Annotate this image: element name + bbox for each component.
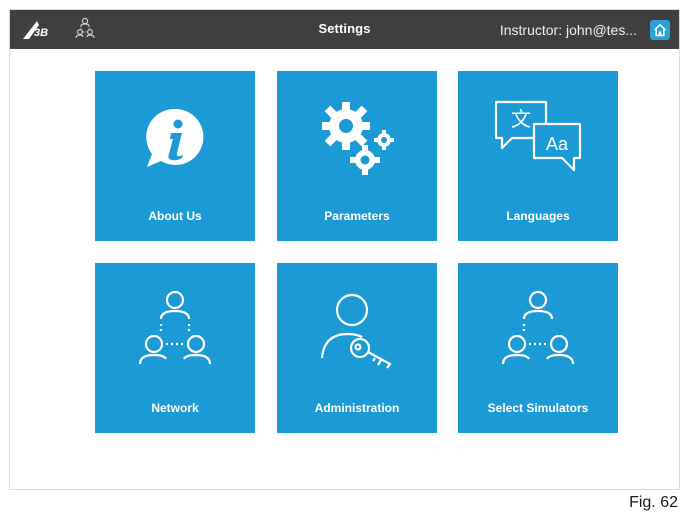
parameters-tile[interactable]: Parameters — [277, 71, 437, 241]
user-key-icon — [320, 293, 392, 369]
home-button[interactable] — [650, 20, 670, 40]
administration-tile[interactable]: Administration — [277, 263, 437, 433]
home-icon — [653, 23, 667, 37]
tile-label: Parameters — [324, 209, 390, 223]
user-label: Instructor: john@tes... — [499, 22, 637, 38]
languages-icon: 文 Aa — [494, 100, 582, 172]
app-window: 3B Settings Instructor: john@tes... Abou… — [9, 9, 680, 490]
info-bubble-icon — [146, 108, 204, 167]
network-tile[interactable]: Network — [95, 263, 255, 433]
tile-label: Languages — [506, 209, 570, 223]
gears-icon — [322, 102, 394, 175]
languages-tile[interactable]: 文 Aa Languages — [458, 71, 618, 241]
select-simulators-tile[interactable]: Select Simulators — [458, 263, 618, 433]
tile-label: Administration — [314, 401, 400, 415]
network-icon — [138, 290, 212, 365]
svg-text:Aa: Aa — [546, 134, 569, 154]
top-bar: 3B Settings Instructor: john@tes... — [10, 10, 679, 49]
figure-caption: Fig. 62 — [629, 494, 678, 511]
tile-label: Select Simulators — [487, 401, 589, 415]
about-us-tile[interactable]: About Us — [95, 71, 255, 241]
tile-label: Network — [151, 401, 199, 415]
select-simulators-icon — [501, 290, 575, 365]
tile-label: About Us — [148, 209, 202, 223]
svg-text:文: 文 — [511, 107, 531, 131]
